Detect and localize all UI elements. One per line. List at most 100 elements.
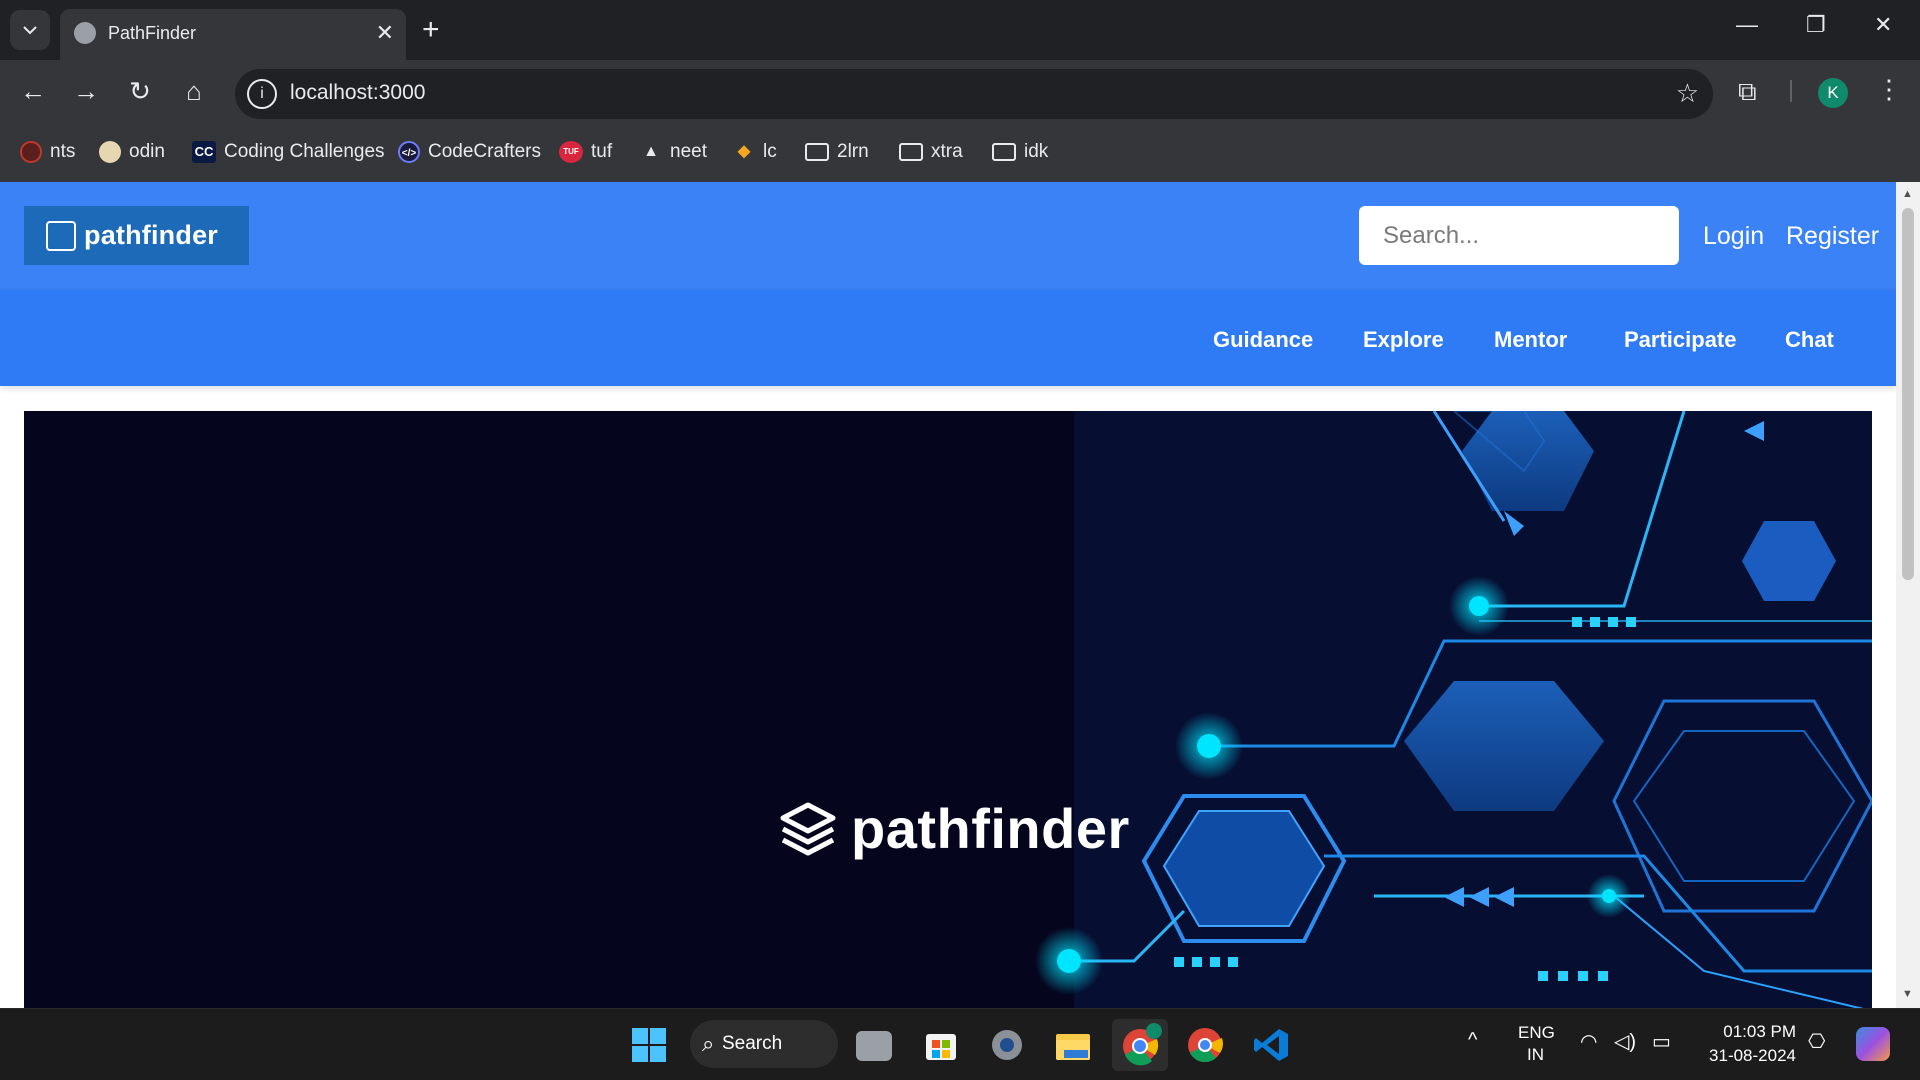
profile-avatar[interactable]: K	[1818, 78, 1848, 108]
forward-arrow-icon[interactable]: →	[70, 76, 102, 107]
nav-explore[interactable]: Explore	[1363, 327, 1444, 353]
settings-gear-icon[interactable]	[988, 1026, 1026, 1064]
neet-rocket-icon: ▲	[643, 143, 659, 160]
odin-icon	[99, 141, 121, 163]
windows-taskbar: ⌕ Search ^ ENG IN ◠ ◁) ▭ 01:03 PM 31-08-…	[0, 1008, 1920, 1080]
copilot-icon[interactable]	[1856, 1027, 1890, 1061]
task-view-icon[interactable]	[856, 1031, 892, 1061]
bookmark-label: neet	[670, 141, 707, 162]
scrollbar-thumb[interactable]	[1902, 208, 1914, 580]
scroll-up-icon[interactable]: ▲	[1902, 188, 1913, 200]
microsoft-store-icon[interactable]	[922, 1026, 960, 1064]
back-arrow-icon[interactable]: ←	[17, 76, 49, 107]
chrome-icon	[1123, 1023, 1162, 1066]
tray-overflow-chevron-icon[interactable]: ^	[1468, 1029, 1477, 1052]
page-viewport: pathfinder Login Register Guidance Explo…	[0, 182, 1896, 1008]
restore-icon[interactable]: ❐	[1806, 12, 1826, 38]
toolbar-divider	[1790, 80, 1792, 102]
bookmark-folder-idk[interactable]: idk	[992, 138, 1048, 166]
bookmark-codecrafters[interactable]: </> CodeCrafters	[398, 138, 541, 166]
bookmarks-bar: nts odin CC Coding Challenges </> CodeCr…	[0, 122, 1920, 182]
windows-start-icon[interactable]	[630, 1026, 668, 1064]
cc-icon: CC	[192, 141, 216, 163]
hero-logo: pathfinder	[779, 796, 1130, 861]
bookmark-label: CodeCrafters	[428, 141, 541, 162]
search-input[interactable]	[1359, 206, 1679, 265]
codecrafters-icon: </>	[398, 141, 420, 163]
taskbar-search-label: Search	[722, 1033, 783, 1054]
bookmark-coding-challenges[interactable]: CC Coding Challenges	[192, 138, 385, 166]
nav-participate[interactable]: Participate	[1624, 327, 1737, 353]
bookmark-nts[interactable]: nts	[20, 138, 75, 166]
bookmark-label: odin	[129, 141, 165, 162]
bookmark-label: 2lrn	[837, 141, 869, 162]
bookmark-lc[interactable]: ◆ lc	[733, 138, 777, 166]
clock-date[interactable]: 31-08-2024	[1700, 1046, 1796, 1066]
bookmark-folder-xtra[interactable]: xtra	[899, 138, 963, 166]
page-scrollbar[interactable]: ▲ ▼	[1896, 182, 1920, 1008]
scroll-down-icon[interactable]: ▼	[1902, 988, 1913, 1000]
globe-icon	[74, 22, 96, 44]
nav-guidance[interactable]: Guidance	[1213, 327, 1313, 353]
register-link[interactable]: Register	[1786, 222, 1879, 251]
main-nav: Guidance Explore Mentor Participate Chat	[0, 290, 1896, 386]
nav-mentor[interactable]: Mentor	[1494, 327, 1567, 353]
bookmark-label: nts	[50, 141, 76, 162]
folder-icon	[805, 143, 829, 161]
nts-icon	[20, 141, 42, 163]
browser-tab-strip: PathFinder ✕ + — ❐ ✕	[0, 0, 1920, 60]
bookmark-folder-2lrn[interactable]: 2lrn	[805, 138, 869, 166]
taskbar-search[interactable]: ⌕ Search	[690, 1020, 838, 1068]
site-info-icon[interactable]: i	[247, 79, 277, 109]
battery-icon[interactable]: ▭	[1652, 1029, 1671, 1054]
file-explorer-icon[interactable]	[1054, 1026, 1092, 1064]
address-bar[interactable]: i localhost:3000 ☆	[235, 69, 1713, 119]
extensions-puzzle-icon[interactable]: ⧉	[1738, 76, 1757, 108]
bookmark-label: Coding Challenges	[224, 141, 385, 162]
site-logo[interactable]: pathfinder	[24, 206, 249, 265]
notifications-icon[interactable]: ⎔	[1808, 1029, 1825, 1054]
logo-mark-icon	[46, 220, 76, 251]
home-icon[interactable]: ⌂	[178, 76, 210, 107]
layers-stack-icon	[780, 802, 836, 855]
tab-search-chevron-icon[interactable]	[10, 10, 50, 50]
hero-banner: pathfinder	[24, 411, 1872, 1008]
minimize-icon[interactable]: —	[1736, 12, 1758, 38]
site-header: pathfinder Login Register	[0, 182, 1896, 290]
bookmark-neet[interactable]: ▲ neet	[640, 138, 707, 166]
bookmark-label: lc	[763, 141, 777, 162]
clock-time[interactable]: 01:03 PM	[1700, 1022, 1796, 1042]
circuit-hexagon-artwork	[24, 411, 1872, 1008]
tab-close-icon[interactable]: ✕	[376, 20, 394, 46]
folder-icon	[992, 143, 1016, 161]
language-indicator-line1[interactable]: ENG	[1518, 1023, 1555, 1043]
bookmark-label: xtra	[931, 141, 963, 162]
volume-icon[interactable]: ◁)	[1614, 1029, 1636, 1054]
chrome-active-window[interactable]	[1112, 1019, 1168, 1071]
tab-title: PathFinder	[108, 23, 197, 43]
reload-icon[interactable]: ↻	[124, 76, 156, 107]
wifi-icon[interactable]: ◠	[1580, 1029, 1597, 1054]
bookmark-label: tuf	[591, 141, 613, 162]
bookmark-star-icon[interactable]: ☆	[1676, 78, 1699, 109]
bookmark-odin[interactable]: odin	[99, 138, 165, 166]
folder-icon	[899, 143, 923, 161]
browser-tab[interactable]: PathFinder ✕	[60, 9, 406, 60]
nav-chat[interactable]: Chat	[1785, 327, 1834, 353]
hero-logo-text: pathfinder	[851, 797, 1130, 860]
search-icon: ⌕	[702, 1031, 715, 1056]
language-indicator-line2[interactable]: IN	[1527, 1045, 1544, 1065]
leetcode-icon: ◆	[737, 143, 751, 160]
tuf-icon: TUF	[559, 141, 583, 163]
url-text[interactable]: localhost:3000	[290, 81, 425, 105]
bookmark-tuf[interactable]: TUF tuf	[559, 138, 612, 166]
vscode-icon[interactable]	[1252, 1026, 1290, 1064]
logo-text: pathfinder	[84, 220, 218, 250]
more-menu-icon[interactable]: ⋮	[1876, 74, 1902, 105]
window-close-icon[interactable]: ✕	[1874, 12, 1892, 38]
login-link[interactable]: Login	[1703, 222, 1764, 251]
new-tab-plus-icon[interactable]: +	[422, 12, 440, 48]
bookmark-label: idk	[1024, 141, 1049, 162]
chrome-profile-g-icon[interactable]	[1186, 1026, 1224, 1064]
browser-toolbar: ← → ↻ ⌂ i localhost:3000 ☆ ⧉ K ⋮	[0, 60, 1920, 122]
